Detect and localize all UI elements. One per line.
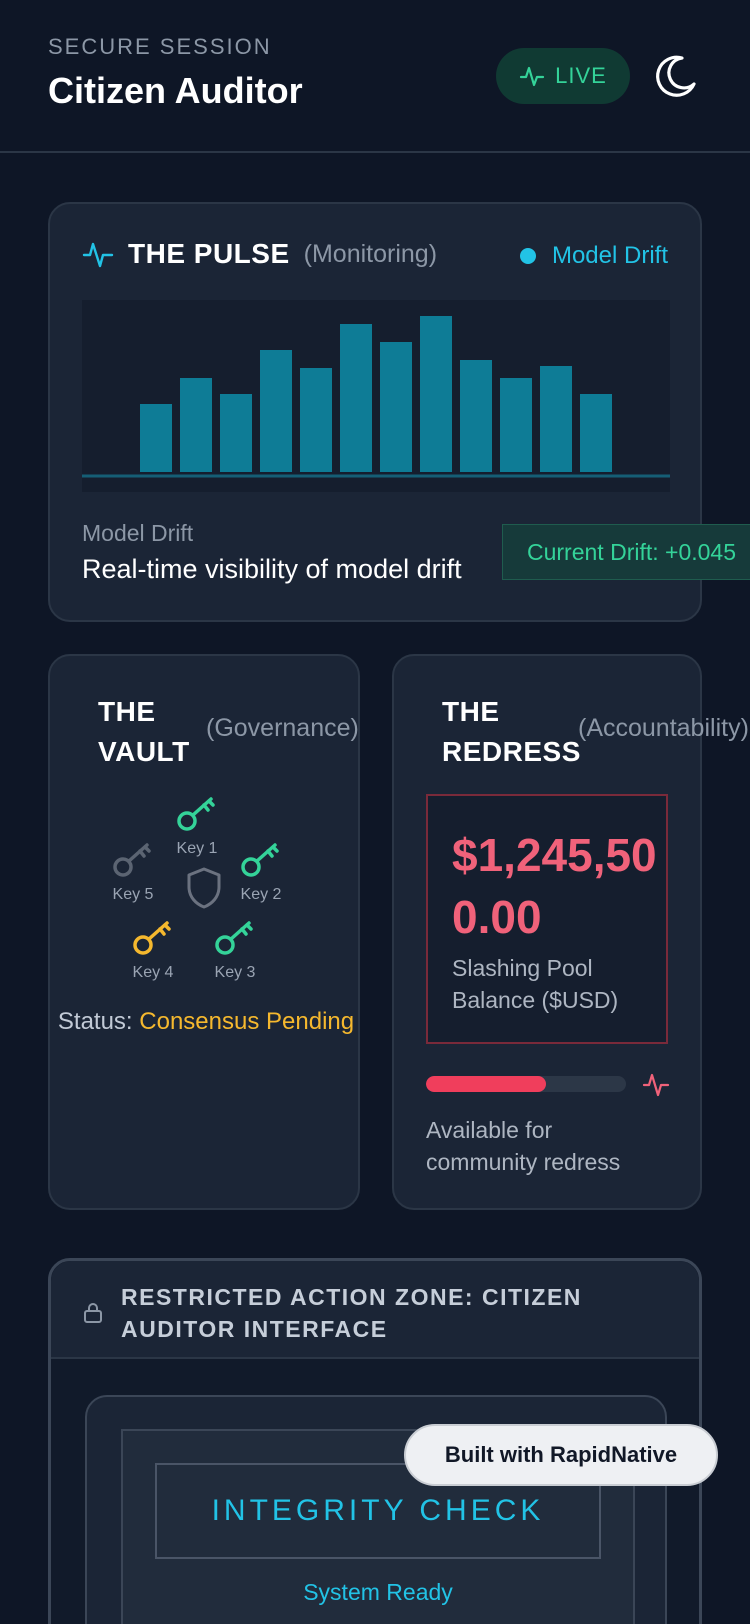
vault-title-line2: VAULT [98, 736, 190, 767]
live-label: LIVE [555, 63, 607, 88]
legend-dot [519, 248, 536, 264]
key-icon [241, 843, 279, 877]
zone-header: RESTRICTED ACTION ZONE: CITIZEN AUDITOR … [51, 1261, 699, 1359]
availability-text: Available for community redress [426, 1117, 621, 1175]
drift-bar [500, 378, 532, 472]
drift-chart [82, 300, 670, 492]
redress-title-line1: THE [442, 696, 500, 727]
redress-title-line2: REDRESS [442, 736, 581, 767]
vault-subtitle: (Governance) [206, 714, 359, 742]
pool-label: Slashing Pool Balance ($USD) [452, 955, 619, 1013]
activity-icon [82, 242, 114, 268]
redress-subtitle: (Accountability) [578, 714, 749, 742]
chart-legend: Model Drift [519, 242, 668, 270]
drift-bar [460, 360, 492, 472]
lock-icon [84, 1303, 102, 1323]
drift-bar [420, 316, 452, 472]
redress-progress-fill [426, 1076, 546, 1092]
built-with-badge[interactable]: Built with RapidNative [404, 1424, 718, 1486]
key-icon [133, 921, 171, 955]
drift-bar [180, 378, 212, 472]
drift-bar [140, 404, 172, 472]
vault-card: THE VAULT (Governance) Key 1 Key 2 Key 3 [48, 654, 360, 1210]
system-status: System Ready [303, 1579, 453, 1605]
key-label: Key 3 [214, 964, 256, 981]
page-title: Citizen Auditor [48, 70, 303, 111]
key-1[interactable]: Key 1 [162, 794, 232, 858]
redress-progress-bar [426, 1076, 626, 1092]
integrity-check-label: INTEGRITY CHECK [211, 1494, 545, 1527]
drift-description: Real-time visibility of model drift [82, 554, 462, 584]
drift-label: Model Drift [82, 520, 194, 546]
vault-status: Status: Consensus Pending [50, 1006, 362, 1038]
pulse-icon [520, 66, 545, 87]
drift-bar [300, 368, 332, 472]
key-3[interactable]: Key 3 [200, 918, 270, 982]
legend-label: Model Drift [551, 242, 668, 269]
status-prefix: Status: [57, 1008, 133, 1035]
live-status-badge[interactable]: LIVE [496, 48, 630, 104]
slashing-pool-box: $1,245,500.00 Slashing Pool Balance ($US… [426, 794, 668, 1044]
app-header: SECURE SESSION Citizen Auditor LIVE [0, 0, 750, 153]
drift-bar [580, 394, 612, 472]
vault-title: THE VAULT [98, 692, 190, 772]
key-icon [113, 843, 151, 877]
drift-bar [340, 324, 372, 472]
key-label: Key 5 [112, 886, 154, 903]
session-eyebrow: SECURE SESSION [48, 34, 272, 59]
current-drift-badge: Current Drift: +0.045 [502, 524, 750, 580]
drift-chart-svg [82, 316, 670, 478]
redress-title: THE REDRESS [442, 692, 581, 772]
key-icon [215, 921, 253, 955]
status-value: Consensus Pending [139, 1008, 355, 1035]
pulse-subtitle: (Monitoring) [303, 239, 438, 268]
key-label: Key 2 [240, 886, 282, 903]
key-2[interactable]: Key 2 [226, 840, 296, 904]
activity-icon [642, 1073, 670, 1097]
key-4[interactable]: Key 4 [118, 918, 188, 982]
key-label: Key 4 [132, 964, 174, 981]
shield-icon [187, 867, 221, 909]
zone-title: RESTRICTED ACTION ZONE: CITIZEN AUDITOR … [121, 1284, 582, 1342]
pool-amount: $1,245,500.00 [452, 829, 657, 943]
key-5[interactable]: Key 5 [98, 840, 168, 904]
moon-icon[interactable] [652, 52, 700, 100]
vault-title-line1: THE [98, 696, 156, 727]
key-label: Key 1 [176, 840, 218, 857]
drift-bar [380, 342, 412, 472]
drift-bar [540, 366, 572, 472]
drift-bar [260, 350, 292, 472]
key-icon [177, 797, 215, 831]
redress-card: THE REDRESS (Accountability) $1,245,500.… [392, 654, 749, 1210]
pulse-title: THE PULSE [128, 238, 290, 269]
pulse-heading: THE PULSE (Monitoring) [82, 238, 437, 270]
drift-bar [220, 394, 252, 472]
